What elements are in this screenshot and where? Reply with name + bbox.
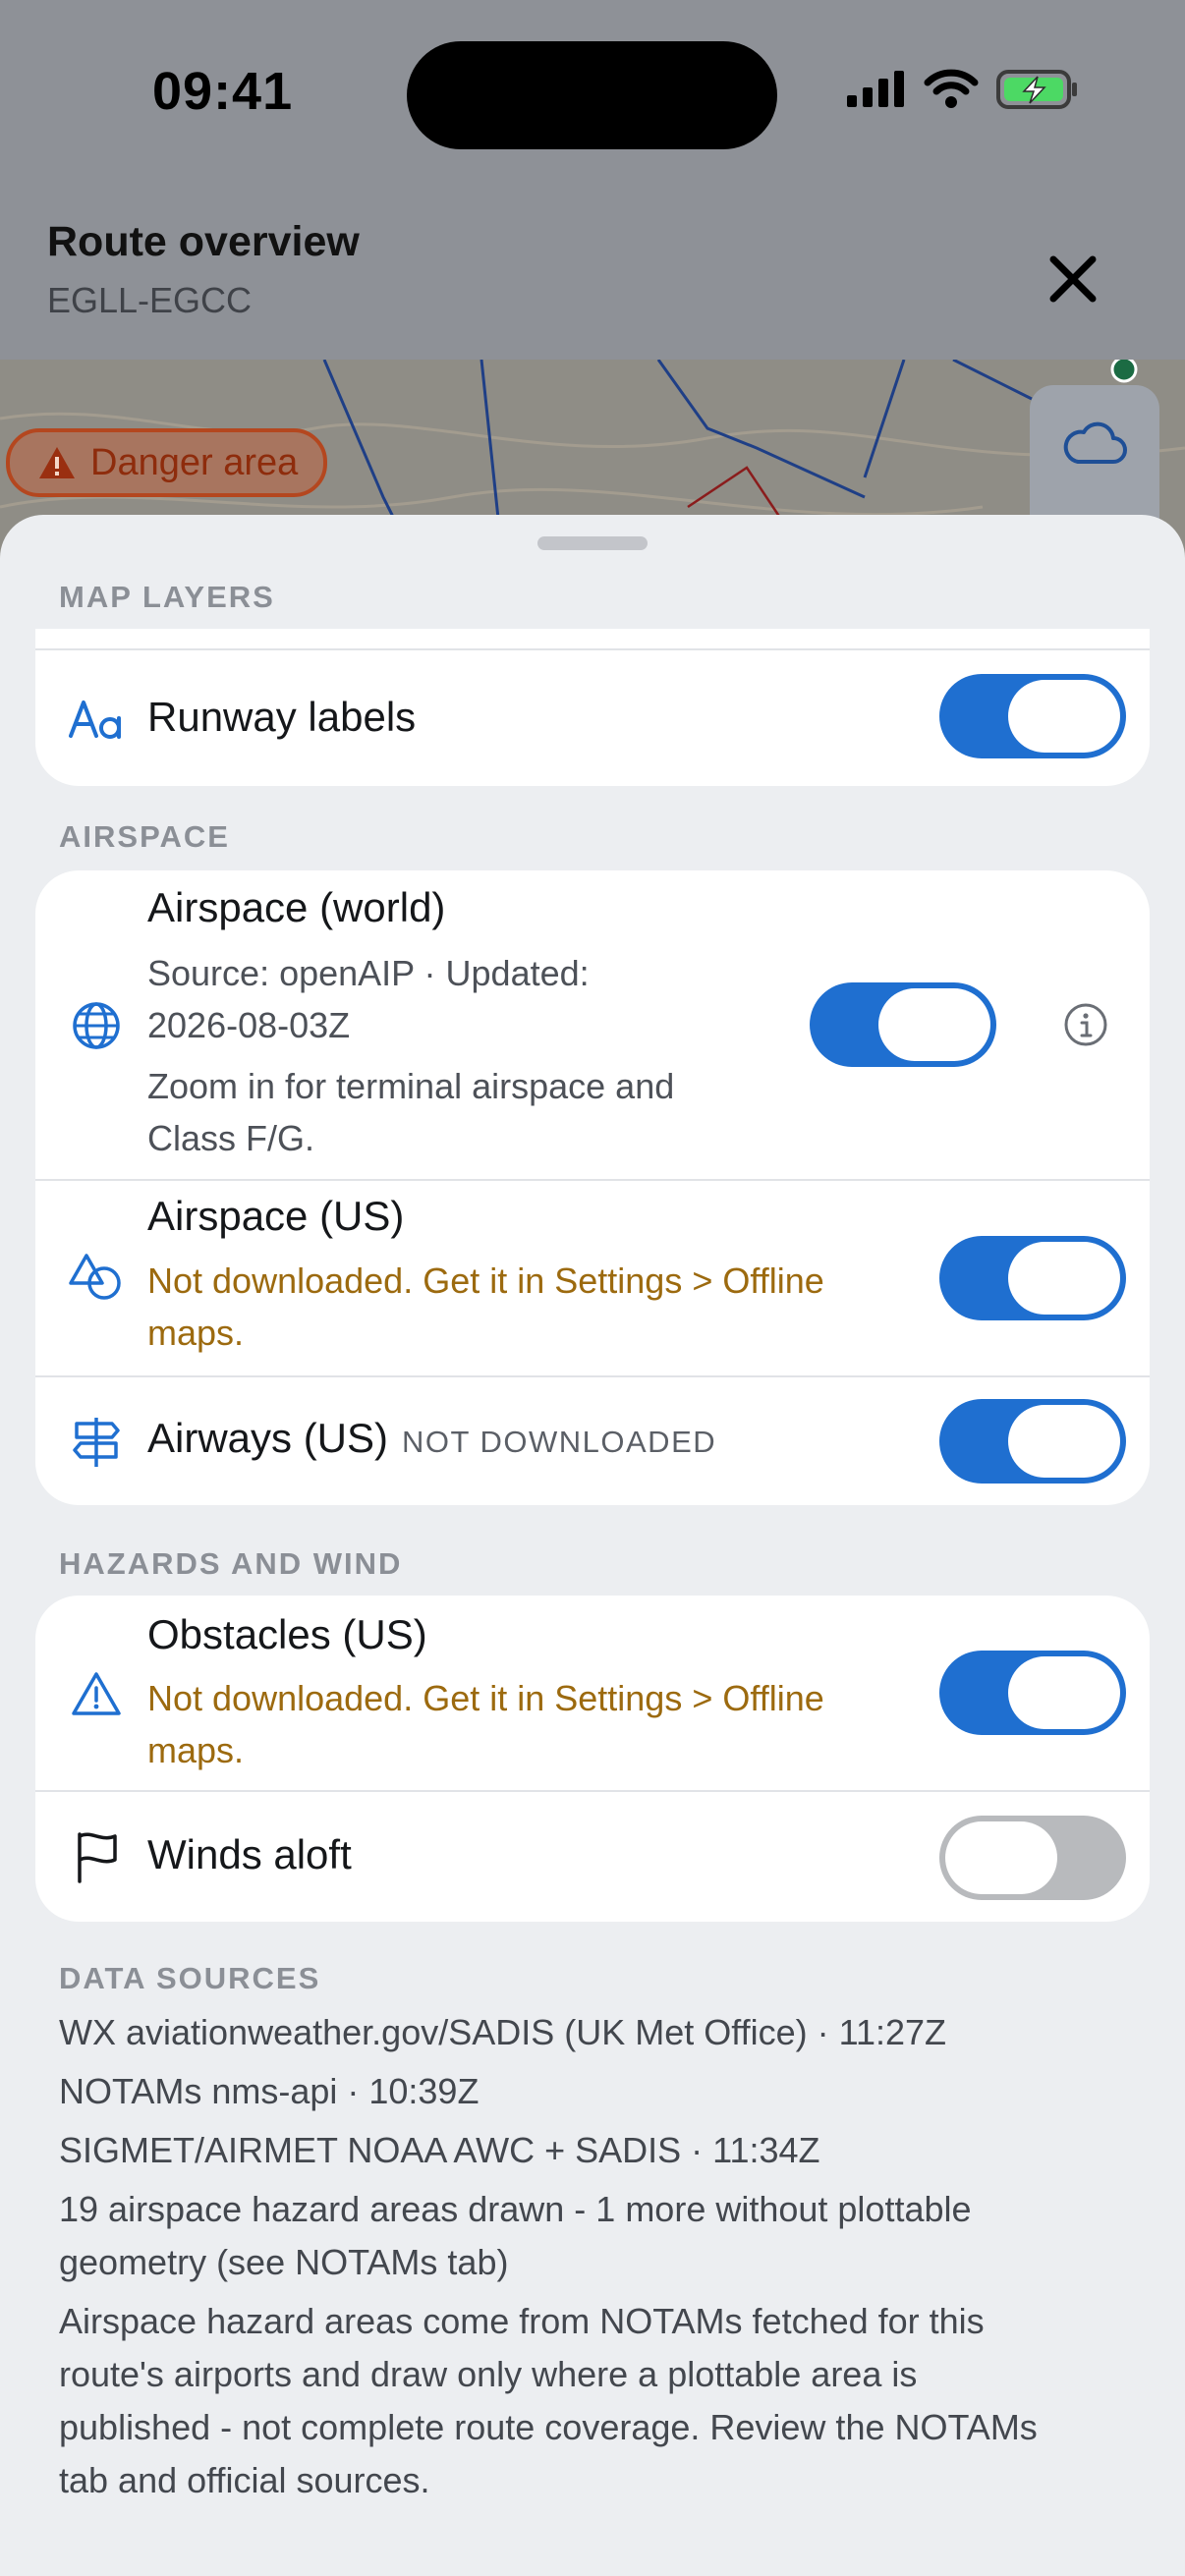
layer-row-runway-labels[interactable]: Runway labels xyxy=(35,650,1150,786)
disclaimer-line2: route's airports and draw only where a p… xyxy=(59,2354,918,2394)
runway-labels-toggle[interactable] xyxy=(939,674,1126,758)
airspace-us-toggle[interactable] xyxy=(939,1236,1126,1320)
section-label-airspace: AIRSPACE xyxy=(59,819,230,854)
map-layers-card: Runway labels xyxy=(35,629,1150,786)
disclaimer-line1: Airspace hazard areas come from NOTAMs f… xyxy=(59,2301,985,2341)
data-source-notams: NOTAMs nms-api · 10:39Z xyxy=(59,2071,480,2111)
obstacles-us-toggle[interactable] xyxy=(939,1651,1126,1735)
globe-icon xyxy=(67,996,126,1055)
obstacles-us-warning-line1: Not downloaded. Get it in Settings > Off… xyxy=(147,1678,824,1718)
winds-aloft-title: Winds aloft xyxy=(147,1831,352,1877)
obstacles-us-warning-line2: maps. xyxy=(147,1730,245,1770)
status-icons xyxy=(845,69,1079,110)
route-header: Route overview EGLL-EGCC xyxy=(0,187,1185,360)
obstacles-us-title: Obstacles (US) xyxy=(147,1611,427,1657)
winds-aloft-toggle[interactable] xyxy=(939,1816,1126,1900)
wifi-icon xyxy=(924,69,979,108)
airspace-world-toggle[interactable] xyxy=(810,982,996,1067)
section-label-data-sources: DATA SOURCES xyxy=(59,1961,321,1995)
runway-labels-title: Runway labels xyxy=(147,694,417,740)
airways-us-toggle[interactable] xyxy=(939,1399,1126,1484)
airspace-world-hint-line1: Zoom in for terminal airspace and xyxy=(147,1066,675,1106)
data-source-wx: WX aviationweather.gov/SADIS (UK Met Off… xyxy=(59,2012,947,2052)
airspace-us-warning-line1: Not downloaded. Get it in Settings > Off… xyxy=(147,1260,824,1301)
route-subtitle: EGLL-EGCC xyxy=(47,280,253,320)
airways-us-title-line: Airways (US) NOT DOWNLOADED xyxy=(147,1415,716,1462)
flag-icon xyxy=(67,1827,126,1886)
map-layers-sheet: MAP LAYERS Runway labels AIRSPACE Airspa… xyxy=(0,515,1185,2576)
signpost-icon xyxy=(67,1413,126,1472)
not-downloaded-badge: NOT DOWNLOADED xyxy=(402,1425,717,1459)
airspace-world-hint-line2: Class F/G. xyxy=(147,1118,315,1158)
data-source-sigmet: SIGMET/AIRMET NOAA AWC + SADIS · 11:34Z xyxy=(59,2130,820,2170)
airspace-world-source-line2: 2026-08-03Z xyxy=(147,1005,351,1045)
close-icon[interactable] xyxy=(1036,242,1110,316)
text-aa-icon xyxy=(67,690,126,749)
warning-triangle-icon xyxy=(67,1664,126,1723)
layer-row-obstacles-us[interactable]: Obstacles (US) Not downloaded. Get it in… xyxy=(35,1596,1150,1790)
section-label-hazards: HAZARDS AND WIND xyxy=(59,1546,403,1581)
cloud-icon xyxy=(1063,421,1127,464)
disclaimer-line3: published - not complete route coverage.… xyxy=(59,2407,1038,2447)
status-bar: 09:41 xyxy=(0,0,1185,187)
disclaimer-line4: tab and official sources. xyxy=(59,2460,430,2500)
warning-triangle-icon xyxy=(39,447,75,478)
danger-area-chip[interactable]: Danger area xyxy=(6,428,328,497)
airspace-world-source-line1: Source: openAIP · Updated: xyxy=(147,953,590,993)
section-label-map-layers: MAP LAYERS xyxy=(59,580,275,614)
shapes-icon xyxy=(67,1248,126,1307)
danger-area-label: Danger area xyxy=(90,441,299,483)
airspace-card: Airspace (world) Source: openAIP · Updat… xyxy=(35,870,1150,1505)
airspace-us-warning-line2: maps. xyxy=(147,1313,245,1353)
cellular-signal-icon xyxy=(847,71,904,107)
airspace-us-title: Airspace (US) xyxy=(147,1193,405,1239)
hazard-count-line1: 19 airspace hazard areas drawn - 1 more … xyxy=(59,2189,972,2229)
layer-row-airspace-world[interactable]: Airspace (world) Source: openAIP · Updat… xyxy=(35,870,1150,1179)
layer-row-airspace-us[interactable]: Airspace (US) Not downloaded. Get it in … xyxy=(35,1181,1150,1375)
airways-us-title: Airways (US) xyxy=(147,1415,389,1461)
status-time: 09:41 xyxy=(152,62,294,121)
layer-row-winds-aloft[interactable]: Winds aloft xyxy=(35,1792,1150,1922)
sheet-grabber[interactable] xyxy=(537,536,648,550)
dynamic-island xyxy=(407,41,777,149)
airspace-world-title: Airspace (world) xyxy=(147,884,446,930)
page-title: Route overview xyxy=(47,218,360,265)
battery-charging-icon xyxy=(996,70,1077,109)
hazards-card: Obstacles (US) Not downloaded. Get it in… xyxy=(35,1596,1150,1922)
layer-row-airways-us[interactable]: Airways (US) NOT DOWNLOADED xyxy=(35,1377,1150,1505)
info-icon[interactable] xyxy=(1061,1000,1110,1049)
hazard-count-line2: geometry (see NOTAMs tab) xyxy=(59,2242,509,2282)
